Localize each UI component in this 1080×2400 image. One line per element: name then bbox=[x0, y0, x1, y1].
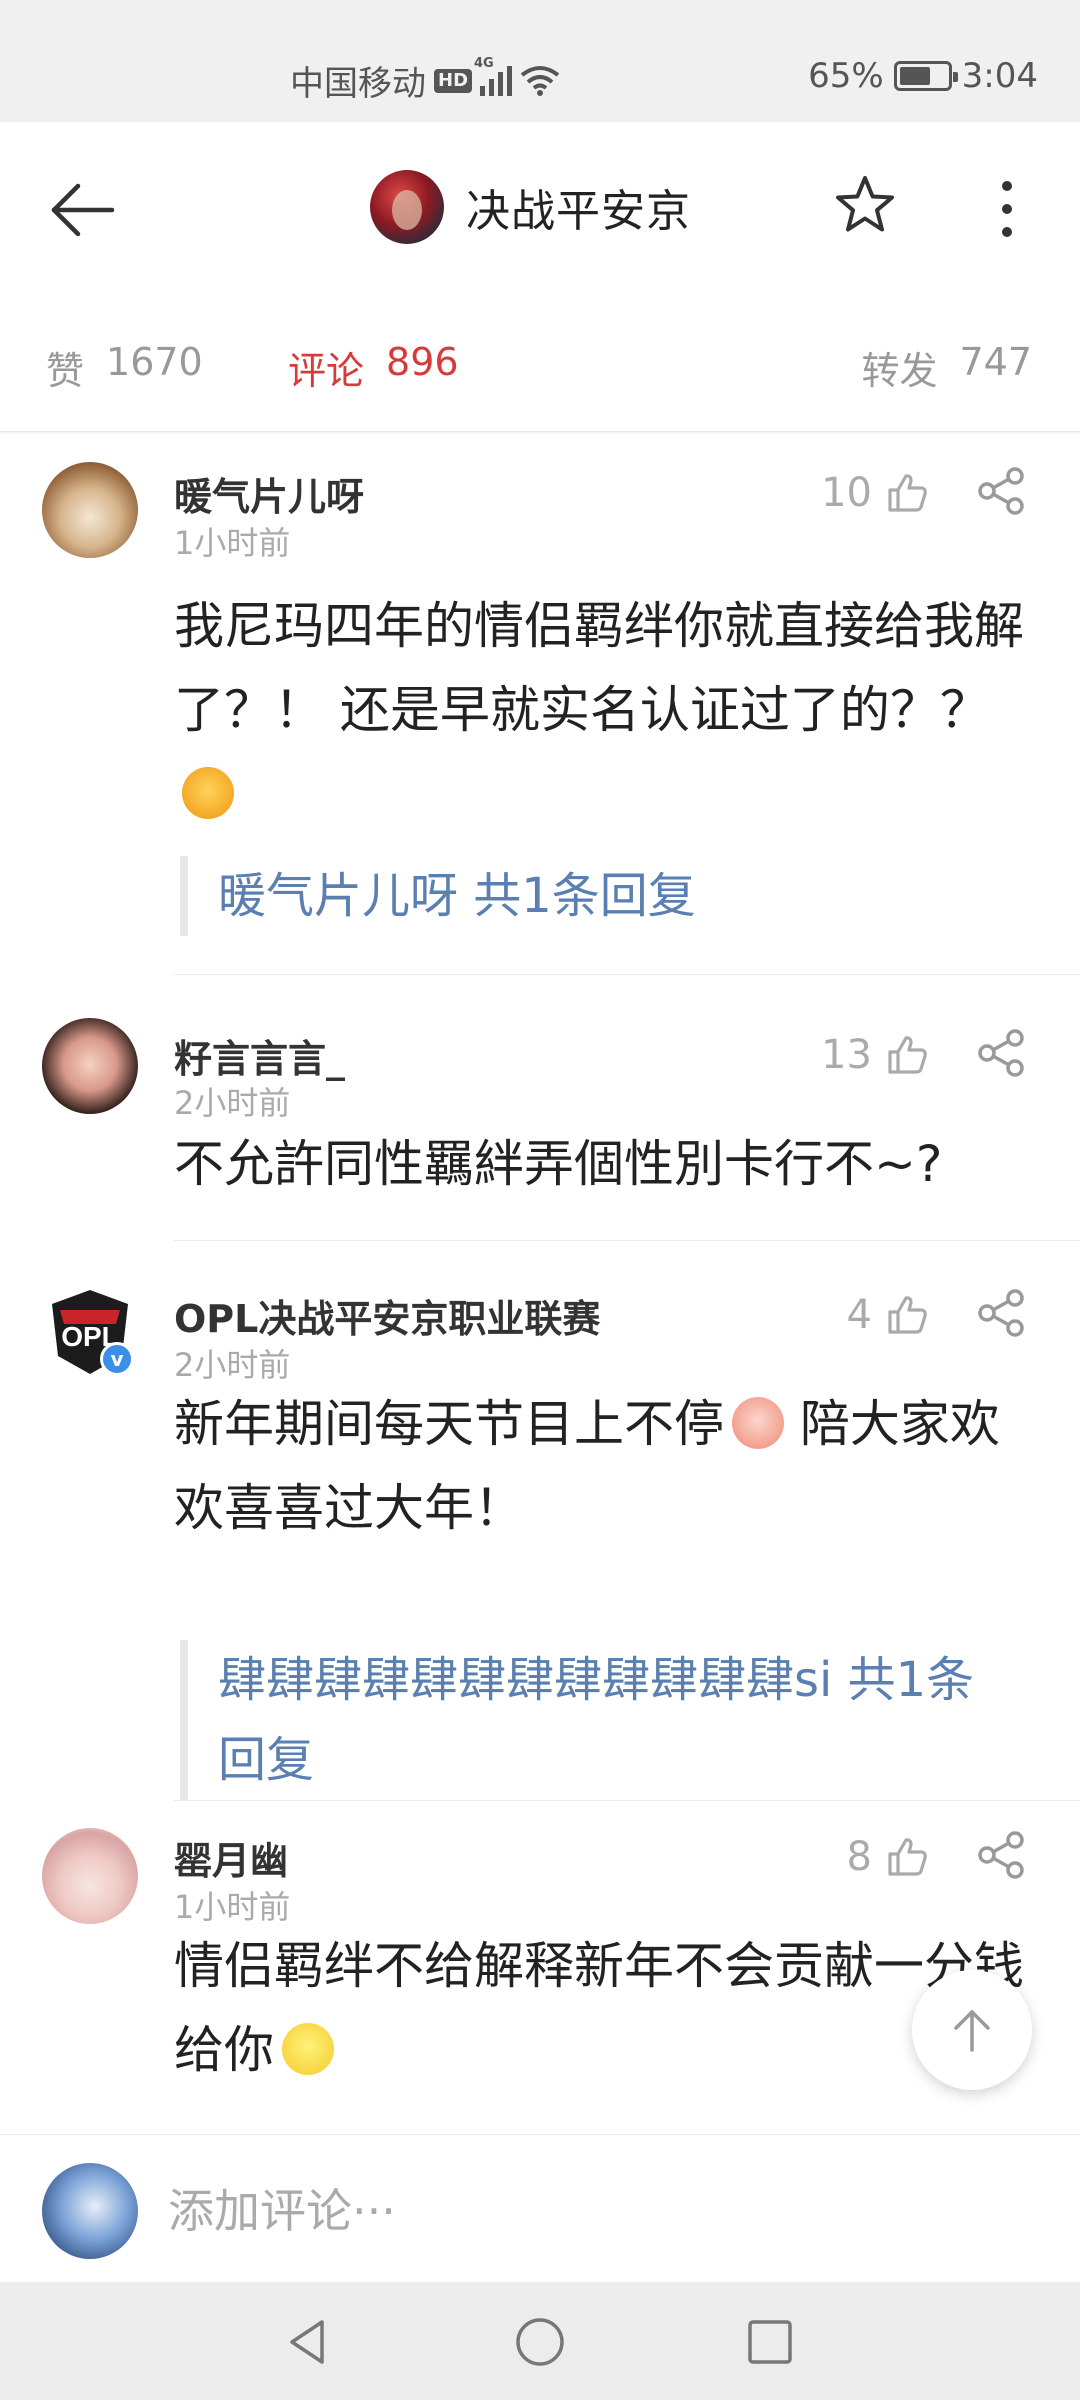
status-bar-right: 65% 3:04 bbox=[808, 56, 1038, 96]
angry-emoji-icon bbox=[182, 767, 234, 819]
user-avatar[interactable] bbox=[42, 462, 138, 558]
my-avatar[interactable] bbox=[42, 2163, 138, 2259]
reply-summary-text: 暖气片儿呀 共1条回复 bbox=[218, 868, 696, 924]
comment-content: 不允許同性羈絆弄個性別卡行不~? bbox=[174, 1135, 943, 1193]
hd-badge: HD bbox=[434, 68, 473, 93]
system-nav-bar bbox=[0, 2282, 1080, 2400]
nav-home-icon[interactable] bbox=[512, 2314, 568, 2370]
comment-text-part1: 新年期间每天节目上不停 bbox=[174, 1395, 724, 1453]
comment-content: 我尼玛四年的情侣羁绊你就直接给我解了？！ 还是早就实名认证过了的？？ bbox=[174, 584, 1034, 836]
user-avatar[interactable] bbox=[42, 1828, 138, 1924]
thumbs-up-icon bbox=[888, 1838, 927, 1876]
back-arrow-icon[interactable] bbox=[44, 172, 120, 248]
comment-content: 情侣羁绊不给解释新年不会贡献一分钱给你 bbox=[174, 1924, 1034, 2092]
comment-input[interactable] bbox=[168, 2175, 1008, 2247]
network-type-label: 4G bbox=[474, 55, 494, 71]
comment-item: OPL v OPL决战平安京职业联赛 2小时前 4 新年期间每天节目上不停 陪大… bbox=[0, 1244, 1080, 1804]
battery-icon bbox=[893, 61, 958, 91]
share-icon[interactable] bbox=[974, 1026, 1028, 1080]
like-button[interactable]: 13 bbox=[821, 1032, 930, 1078]
like-count: 4 bbox=[846, 1292, 872, 1338]
thumbs-up-icon bbox=[888, 1036, 927, 1074]
comment-time: 1小时前 bbox=[174, 1888, 291, 1926]
comment-username[interactable]: 籽言言言_ bbox=[174, 1028, 345, 1083]
share-icon[interactable] bbox=[974, 464, 1028, 518]
tab-likes-count: 1670 bbox=[106, 340, 203, 384]
nav-back-icon[interactable] bbox=[280, 2314, 336, 2370]
comment-username[interactable]: 暖气片儿呀 bbox=[174, 466, 364, 521]
tab-bar: 赞 1670 评论 896 转发 747 bbox=[0, 292, 1080, 432]
tab-reposts[interactable]: 转发 747 bbox=[861, 340, 1032, 395]
comment-content: 新年期间每天节目上不停 陪大家欢欢喜喜过大年！ bbox=[174, 1382, 1034, 1550]
comment-time: 2小时前 bbox=[174, 1084, 291, 1122]
verified-badge-icon: v bbox=[100, 1342, 134, 1376]
title-group[interactable]: 决战平安京 bbox=[370, 170, 691, 244]
comment-list[interactable]: 暖气片儿呀 1小时前 10 我尼玛四年的情侣羁绊你就直接给我解了？！ 还是早就实… bbox=[0, 434, 1080, 2134]
like-count: 10 bbox=[821, 470, 872, 516]
arrow-up-icon bbox=[954, 2010, 990, 2052]
tab-comments[interactable]: 评论 896 bbox=[288, 340, 459, 395]
tab-reposts-label: 转发 bbox=[861, 349, 938, 393]
thumbs-up-icon bbox=[888, 1296, 927, 1334]
reply-summary[interactable]: 暖气片儿呀 共1条回复 bbox=[180, 856, 1020, 936]
status-bar-left: 中国移动 HD 4G bbox=[290, 56, 560, 105]
tab-comments-count: 896 bbox=[386, 340, 459, 384]
like-button[interactable]: 4 bbox=[847, 1292, 930, 1338]
page-title: 决战平安京 bbox=[466, 186, 691, 237]
like-button[interactable]: 10 bbox=[821, 470, 930, 516]
share-icon[interactable] bbox=[974, 1286, 1028, 1340]
like-button[interactable]: 8 bbox=[847, 1834, 930, 1880]
wifi-icon bbox=[520, 65, 560, 96]
smile-emoji-icon bbox=[282, 2023, 334, 2075]
tab-reposts-count: 747 bbox=[959, 340, 1032, 384]
comment-username[interactable]: 罂月幽 bbox=[174, 1830, 288, 1885]
comment-item: 罂月幽 1小时前 8 情侣羁绊不给解释新年不会贡献一分钱给你 bbox=[0, 1800, 1080, 2134]
star-icon[interactable] bbox=[832, 172, 898, 238]
tab-likes[interactable]: 赞 1670 bbox=[46, 340, 203, 395]
more-vertical-icon[interactable] bbox=[990, 176, 1024, 242]
comment-time: 1小时前 bbox=[174, 524, 291, 562]
battery-fill bbox=[899, 67, 930, 85]
comment-input-bar bbox=[0, 2134, 1080, 2282]
comment-item: 籽言言言_ 2小时前 13 不允許同性羈絆弄個性別卡行不~? bbox=[0, 974, 1080, 1244]
cute-face-emoji-icon bbox=[732, 1397, 784, 1449]
user-avatar[interactable] bbox=[42, 1018, 138, 1114]
share-icon[interactable] bbox=[974, 1828, 1028, 1882]
comment-item: 暖气片儿呀 1小时前 10 我尼玛四年的情侣羁绊你就直接给我解了？！ 还是早就实… bbox=[0, 434, 1080, 975]
nav-recents-icon[interactable] bbox=[742, 2314, 798, 2370]
comment-time: 2小时前 bbox=[174, 1346, 291, 1384]
tab-comments-label: 评论 bbox=[288, 349, 365, 393]
battery-percent: 65% bbox=[808, 56, 884, 96]
reply-summary-text: 肆肆肆肆肆肆肆肆肆肆肆肆si 共1条回复 bbox=[218, 1652, 975, 1788]
status-bar: 中国移动 HD 4G 65% 3:04 bbox=[0, 0, 1080, 122]
like-count: 13 bbox=[821, 1032, 872, 1078]
scroll-to-top-button[interactable] bbox=[912, 1970, 1032, 2090]
tab-likes-label: 赞 bbox=[46, 349, 85, 393]
comment-text: 我尼玛四年的情侣羁绊你就直接给我解了？！ 还是早就实名认证过了的？？ bbox=[174, 597, 1024, 739]
divider bbox=[174, 1240, 1080, 1241]
carrier-label: 中国移动 bbox=[290, 64, 426, 104]
like-count: 8 bbox=[846, 1834, 872, 1880]
signal-icon: 4G bbox=[474, 56, 513, 96]
game-avatar[interactable] bbox=[370, 170, 444, 244]
thumbs-up-icon bbox=[888, 474, 927, 512]
comment-username[interactable]: OPL决战平安京职业联赛 bbox=[174, 1288, 600, 1343]
top-app-bar: 决战平安京 bbox=[0, 122, 1080, 292]
clock: 3:04 bbox=[961, 56, 1038, 96]
reply-summary[interactable]: 肆肆肆肆肆肆肆肆肆肆肆肆si 共1条回复 bbox=[180, 1640, 1020, 1800]
